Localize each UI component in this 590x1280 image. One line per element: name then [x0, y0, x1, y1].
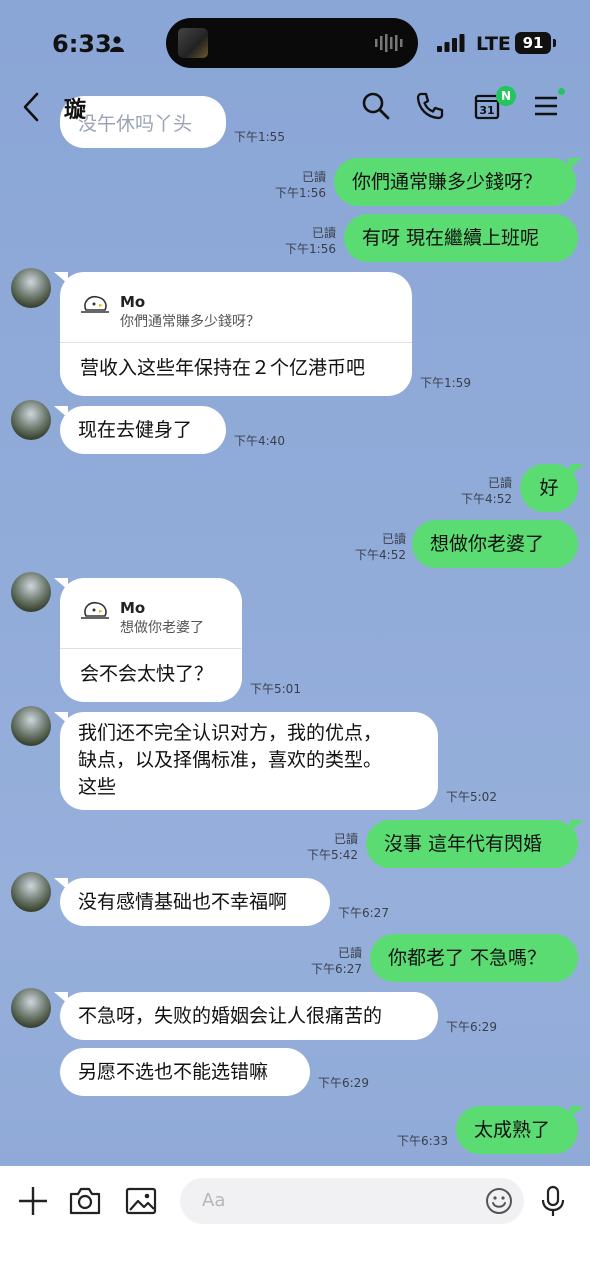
- message-bubble-incoming[interactable]: 现在去健身了: [60, 406, 226, 454]
- message-time: 下午5:01: [250, 682, 301, 696]
- message-bubble-outgoing[interactable]: 沒事 這年代有閃婚: [366, 820, 578, 868]
- message-time: 下午1:56: [285, 242, 336, 256]
- now-playing-artwork-icon: [178, 28, 208, 58]
- message-time: 下午4:40: [234, 434, 285, 448]
- avatar[interactable]: [11, 400, 51, 440]
- message-bubble-outgoing[interactable]: 太成熟了: [456, 1106, 578, 1154]
- message-text: 沒事 這年代有閃婚: [384, 833, 543, 855]
- avatar[interactable]: [11, 872, 51, 912]
- plus-icon[interactable]: [16, 1184, 50, 1218]
- message-bubble-quoted-reply[interactable]: Mo 想做你老婆了 会不会太快了？: [60, 578, 242, 702]
- menu-icon[interactable]: [530, 90, 562, 122]
- message-text: 现在去健身了: [78, 419, 193, 441]
- search-icon[interactable]: [360, 90, 392, 122]
- battery-tip: [553, 39, 556, 47]
- read-receipt: 已讀: [333, 832, 358, 846]
- avatar[interactable]: [11, 706, 51, 746]
- message-text-line: 我们还不完全认识对方，我的优点，: [78, 722, 383, 744]
- battery-icon: 91: [515, 32, 551, 54]
- message-time: 下午6:29: [446, 1020, 497, 1034]
- message-time: 下午4:52: [355, 548, 406, 562]
- message-text: 另愿不选也不能选错嘛: [78, 1061, 269, 1083]
- chick-sticker-icon: [81, 295, 109, 313]
- cellular-signal-icon: [437, 34, 465, 52]
- avatar[interactable]: [11, 988, 51, 1028]
- message-text-line: 这些: [78, 776, 117, 798]
- chat-header: 璇 31 N: [0, 86, 590, 128]
- message-time: 下午1:56: [275, 186, 326, 200]
- back-arrow-icon[interactable]: [20, 90, 44, 124]
- audio-waveform-icon: [375, 34, 403, 52]
- message-time: 下午6:27: [311, 962, 362, 976]
- battery-level: 91: [522, 34, 544, 52]
- quote-divider: [60, 342, 412, 343]
- read-receipt: 已讀: [487, 476, 512, 490]
- message-bubble-incoming[interactable]: 我们还不完全认识对方，我的优点， 缺点，以及择偶标准，喜欢的类型。 这些: [60, 712, 438, 810]
- message-bubble-outgoing[interactable]: 想做你老婆了: [412, 520, 578, 568]
- message-time: 下午6:33: [397, 1134, 448, 1148]
- microphone-icon[interactable]: [536, 1184, 570, 1218]
- message-bubble-outgoing[interactable]: 有呀 現在繼續上班呢: [344, 214, 578, 262]
- camera-icon[interactable]: [68, 1184, 102, 1218]
- avatar[interactable]: [11, 572, 51, 612]
- quoted-text: 想做你老婆了: [120, 620, 204, 636]
- calendar-new-badge: N: [496, 86, 516, 106]
- message-bubble-incoming[interactable]: 另愿不选也不能选错嘛: [60, 1048, 310, 1096]
- message-time: 下午5:42: [307, 848, 358, 862]
- quoted-text: 你們通常賺多少錢呀？: [120, 314, 260, 330]
- status-bar: 6:33 LTE 91: [0, 0, 590, 88]
- status-time: 6:33: [52, 30, 112, 58]
- message-text: 想做你老婆了: [430, 533, 545, 555]
- read-receipt: 已讀: [311, 226, 336, 240]
- message-bubble-outgoing[interactable]: 你們通常賺多少錢呀？: [334, 158, 576, 206]
- person-icon: [110, 36, 124, 52]
- message-text: 太成熟了: [474, 1119, 551, 1141]
- message-text: 不急呀，失败的婚姻会让人很痛苦的: [78, 1005, 383, 1027]
- message-time: 下午1:55: [234, 130, 285, 144]
- quote-divider: [60, 648, 242, 649]
- read-receipt: 已讀: [337, 946, 362, 960]
- message-text: 会不会太快了？: [80, 663, 214, 685]
- message-text: 你們通常賺多少錢呀？: [352, 171, 543, 193]
- message-text: 有呀 現在繼續上班呢: [362, 227, 540, 249]
- avatar[interactable]: [11, 268, 51, 308]
- emoji-icon[interactable]: [484, 1186, 514, 1216]
- menu-notification-dot: [558, 88, 565, 95]
- input-bar: Aa: [0, 1166, 590, 1280]
- message-time: 下午6:29: [318, 1076, 369, 1090]
- message-text: 没有感情基础也不幸福啊: [78, 891, 288, 913]
- network-type: LTE: [476, 33, 511, 55]
- message-bubble-incoming[interactable]: 没有感情基础也不幸福啊: [60, 878, 330, 926]
- chick-sticker-icon: [81, 601, 109, 619]
- message-text-line: 缺点，以及择偶标准，喜欢的类型。: [78, 749, 383, 771]
- message-bubble-incoming[interactable]: 不急呀，失败的婚姻会让人很痛苦的: [60, 992, 438, 1040]
- message-bubble-outgoing[interactable]: 好: [520, 464, 578, 512]
- calendar-day: 31: [479, 104, 494, 117]
- message-input-placeholder: Aa: [202, 1190, 226, 1211]
- message-time: 下午5:02: [446, 790, 497, 804]
- chat-title[interactable]: 璇: [64, 92, 86, 124]
- message-time: 下午1:59: [420, 376, 471, 390]
- message-bubble-quoted-reply[interactable]: Mo 你們通常賺多少錢呀？ 营收入这些年保持在２个亿港币吧: [60, 272, 412, 396]
- message-text: 营收入这些年保持在２个亿港币吧: [80, 357, 366, 379]
- message-time: 下午4:52: [461, 492, 512, 506]
- image-icon[interactable]: [124, 1184, 158, 1218]
- read-receipt: 已讀: [381, 532, 406, 546]
- message-text: 好: [539, 477, 559, 499]
- read-receipt: 已讀: [301, 170, 326, 184]
- message-input[interactable]: Aa: [180, 1178, 524, 1224]
- dynamic-island[interactable]: [166, 18, 418, 68]
- message-bubble-outgoing[interactable]: 你都老了 不急嗎？: [370, 934, 578, 982]
- message-time: 下午6:27: [338, 906, 389, 920]
- message-text: 你都老了 不急嗎？: [388, 947, 547, 969]
- phone-call-icon[interactable]: [414, 90, 446, 122]
